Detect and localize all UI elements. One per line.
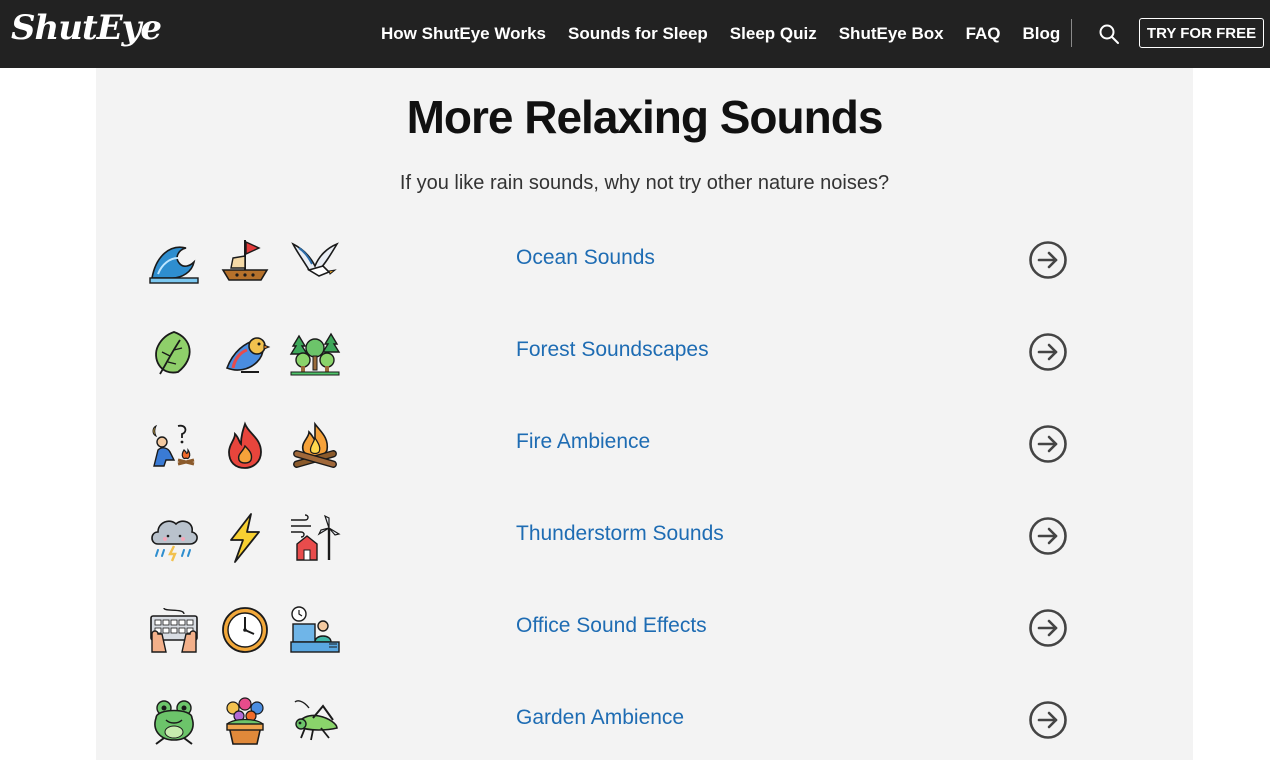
- shuteye-logo[interactable]: ShutEye: [11, 8, 162, 48]
- bird-icon: [225, 337, 271, 373]
- list-item-ocean-sounds[interactable]: Ocean Sounds: [96, 230, 1193, 310]
- section-title: More Relaxing Sounds: [406, 91, 884, 143]
- item-label[interactable]: Ocean Sounds: [516, 246, 655, 270]
- frog-icon: [154, 700, 194, 745]
- seagull-icon: [291, 242, 339, 277]
- row-icons: [148, 322, 348, 382]
- nav-divider: [1071, 19, 1072, 47]
- nav-blog[interactable]: Blog: [1023, 24, 1061, 44]
- item-label[interactable]: Thunderstorm Sounds: [516, 522, 724, 546]
- arrow-right-circle-icon[interactable]: [1028, 700, 1068, 740]
- site-header: ShutEye How ShutEye Works Sounds for Sle…: [0, 0, 1270, 68]
- list-item-office-sound-effects[interactable]: Office Sound Effects: [96, 598, 1193, 678]
- nav-how-shuteye-works[interactable]: How ShutEye Works: [381, 24, 546, 44]
- wave-icon: [149, 246, 199, 284]
- item-label[interactable]: Fire Ambience: [516, 430, 650, 454]
- arrow-right-circle-icon[interactable]: [1028, 516, 1068, 556]
- list-item-thunderstorm-sounds[interactable]: Thunderstorm Sounds: [96, 506, 1193, 586]
- storm-cloud-icon: [151, 520, 198, 562]
- row-icons: [148, 414, 348, 474]
- item-label[interactable]: Office Sound Effects: [516, 614, 707, 638]
- relaxing-sounds-section: More Relaxing Sounds If you like rain so…: [96, 68, 1193, 760]
- arrow-right-circle-icon[interactable]: [1028, 608, 1068, 648]
- office-worker-icon: [290, 606, 340, 653]
- nav-sounds-for-sleep[interactable]: Sounds for Sleep: [568, 24, 708, 44]
- windy-house-icon: [291, 514, 341, 561]
- item-label[interactable]: Garden Ambience: [516, 706, 684, 730]
- list-item-forest-soundscapes[interactable]: Forest Soundscapes: [96, 322, 1193, 402]
- trees-icon: [289, 332, 341, 376]
- sailboat-icon: [221, 240, 269, 281]
- campfire-person-icon: [152, 424, 195, 467]
- search-icon[interactable]: [1097, 22, 1121, 46]
- list-item-fire-ambience[interactable]: Fire Ambience: [96, 414, 1193, 494]
- main-nav: How ShutEye Works Sounds for Sleep Sleep…: [381, 0, 1082, 68]
- flower-pot-icon: [226, 697, 264, 745]
- nav-shuteye-box[interactable]: ShutEye Box: [839, 24, 944, 44]
- grasshopper-icon: [294, 700, 338, 741]
- arrow-right-circle-icon[interactable]: [1028, 332, 1068, 372]
- leaf-icon: [155, 331, 191, 375]
- row-icons: [148, 506, 348, 566]
- nav-sleep-quiz[interactable]: Sleep Quiz: [730, 24, 817, 44]
- keyboard-icon: [150, 607, 198, 653]
- arrow-right-circle-icon[interactable]: [1028, 424, 1068, 464]
- try-for-free-button[interactable]: TRY FOR FREE: [1139, 18, 1264, 48]
- row-icons: [148, 690, 348, 750]
- nav-faq[interactable]: FAQ: [966, 24, 1001, 44]
- row-icons: [148, 598, 348, 658]
- clock-icon: [222, 607, 268, 653]
- flame-icon: [228, 421, 262, 469]
- lightning-icon: [230, 513, 260, 563]
- row-icons: [148, 230, 348, 290]
- list-item-garden-ambience[interactable]: Garden Ambience: [96, 690, 1193, 760]
- arrow-right-circle-icon[interactable]: [1028, 240, 1068, 280]
- section-subtitle: If you like rain sounds, why not try oth…: [399, 172, 890, 194]
- bonfire-icon: [293, 421, 337, 468]
- item-label[interactable]: Forest Soundscapes: [516, 338, 709, 362]
